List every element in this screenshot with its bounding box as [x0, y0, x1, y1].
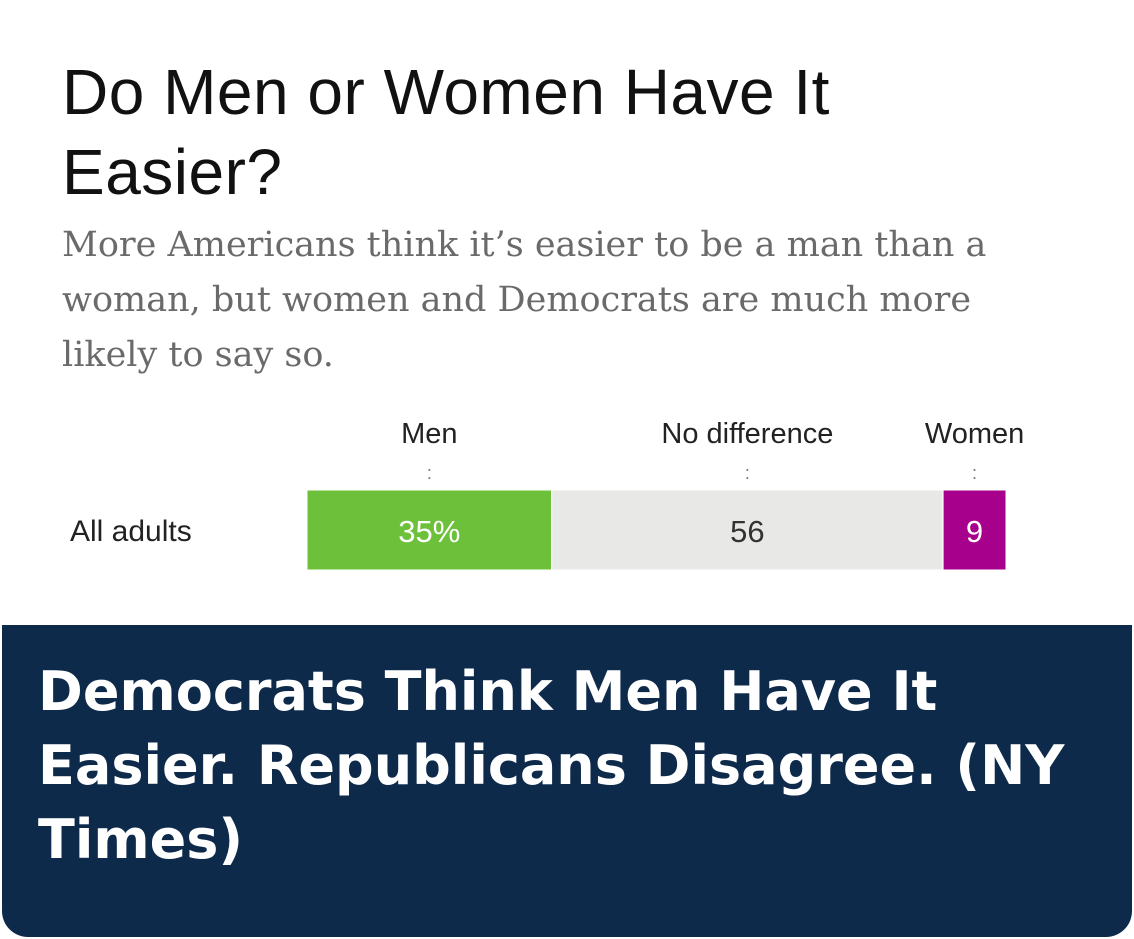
legend-marker-women: : — [972, 463, 977, 483]
banner-headline: Democrats Think Men Have It Easier. Repu… — [38, 660, 1065, 871]
stacked-bar-chart: All adults 35% Men: 56 No difference: 9 Women: — [0, 405, 1134, 605]
data-label-no-difference: 56 — [730, 514, 764, 549]
legend-marker-no-difference: : — [745, 463, 750, 483]
data-label-women: 9 — [966, 514, 983, 549]
legend-label-women: Women — [925, 418, 1024, 450]
headline-banner: Democrats Think Men Have It Easier. Repu… — [2, 625, 1132, 937]
chart-svg: All adults 35% Men: 56 No difference: 9 Women: — [70, 418, 1024, 571]
card: Do Men or Women Have It Easier? More Ame… — [0, 0, 1134, 939]
chart-subtitle: More Americans think it’s easier to be a… — [62, 225, 987, 375]
data-label-men: 35% — [398, 514, 460, 549]
category-label: All adults — [70, 515, 192, 548]
legend-label-men: Men — [401, 418, 457, 450]
legend-marker-men: : — [427, 463, 432, 483]
legend-label-no-difference: No difference — [661, 418, 833, 450]
chart-title: Do Men or Women Have It Easier? — [62, 56, 830, 208]
